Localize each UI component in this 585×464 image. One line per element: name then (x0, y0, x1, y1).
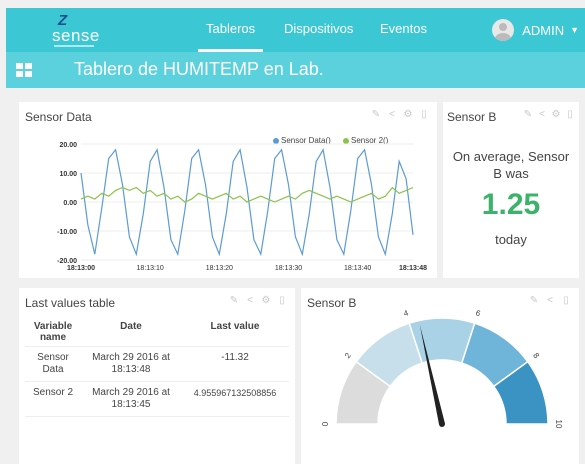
sensor-b-gauge-card: Sensor B ✎ < ▯ 0 2 4 6 8 10 (301, 288, 579, 464)
cell-date: March 29 2016 at 18:13:45 (81, 381, 181, 417)
last-values-table: Variable name Date Last value Sensor Dat… (25, 318, 289, 417)
dashboard-grid-icon[interactable] (16, 63, 32, 77)
dashboard-titlebar: Tablero de HUMITEMP en Lab. (6, 52, 585, 88)
y-tick-label: -10.00 (57, 229, 77, 236)
average-value: 1.25 (481, 188, 541, 221)
x-tick-label: 18:13:40 (344, 265, 371, 272)
sensor-data-card: Sensor Data ✎ < ⚙ ▯ Sensor Data() Sensor… (19, 102, 437, 278)
column-header: Date (81, 318, 181, 347)
gear-icon[interactable]: ⚙ (261, 296, 271, 306)
column-header: Last value (181, 318, 289, 347)
sense-logo[interactable]: Z sense (46, 12, 106, 48)
gauge-tick-label: 4 (403, 308, 411, 318)
x-tick-label: 18:13:30 (275, 265, 302, 272)
edit-icon[interactable]: ✎ (523, 110, 533, 120)
tab-tableros[interactable]: Tableros (198, 8, 264, 52)
gauge-needle-hub (439, 421, 445, 427)
card-tools: ✎ < ⚙ ▯ (229, 296, 287, 306)
gauge-tick-label: 0 (321, 421, 330, 426)
gauge-tick-label: 2 (343, 351, 353, 360)
average-period: today (495, 232, 527, 247)
table-row: Sensor Data March 29 2016 at 18:13:48 -1… (25, 346, 289, 382)
gauge-tick-label: 6 (474, 308, 482, 318)
user-menu[interactable]: ADMIN ▼ (492, 8, 585, 52)
card-tools: ✎ < ⚙ ▯ (523, 110, 575, 120)
x-tick-label: 18:13:48 (399, 265, 427, 272)
y-tick-label: 0.00 (63, 200, 77, 207)
trash-icon[interactable]: ▯ (277, 296, 287, 306)
average-description: On average, Sensor B was (452, 149, 570, 181)
y-tick-label: 20.00 (59, 142, 77, 149)
trash-icon[interactable]: ▯ (565, 110, 575, 120)
card-title: Last values table (25, 296, 116, 310)
gauge-tick-label: 10 (554, 420, 563, 429)
cell-variable: Sensor Data (25, 346, 81, 382)
page-title: Tablero de HUMITEMP en Lab. (74, 59, 324, 79)
table-header-row: Variable name Date Last value (25, 318, 289, 347)
last-values-card: Last values table ✎ < ⚙ ▯ Variable name … (19, 288, 295, 464)
edit-icon[interactable]: ✎ (229, 296, 239, 306)
chevron-down-icon: ▼ (570, 25, 579, 35)
x-tick-label: 18:13:00 (67, 265, 95, 272)
cell-variable: Sensor 2 (25, 381, 81, 417)
gauge-tick-label: 8 (531, 351, 541, 360)
cell-value: 4.955967132508856 (181, 381, 289, 417)
sensor-line-chart: 20.00 10.00 0.00 -10.00 -20.0018:13:00 18:13:… (57, 142, 427, 272)
user-name: ADMIN (522, 22, 565, 38)
share-icon[interactable]: < (537, 110, 547, 120)
gear-icon[interactable]: ⚙ (551, 110, 561, 120)
logo-text: sense (52, 26, 100, 45)
y-tick-label: 10.00 (59, 171, 77, 178)
x-tick-label: 18:13:20 (206, 265, 233, 272)
share-icon[interactable]: < (245, 296, 255, 306)
column-header: Variable name (25, 318, 81, 347)
avatar (492, 19, 515, 41)
top-navbar: Z sense Tableros Dispositivos Eventos AD… (6, 8, 585, 52)
sensor-b-average-card: Sensor B ✎ < ⚙ ▯ On average, Sensor B wa… (443, 102, 579, 278)
gauge-chart: 0 2 4 6 8 10 (321, 308, 563, 429)
table-row: Sensor 2 March 29 2016 at 18:13:45 4.955… (25, 381, 289, 417)
tab-dispositivos[interactable]: Dispositivos (276, 8, 361, 52)
logo-underline (54, 45, 94, 47)
cell-value: -11.32 (181, 346, 289, 382)
card-title: Sensor B (447, 110, 497, 124)
cell-date: March 29 2016 at 18:13:48 (81, 346, 181, 382)
tab-eventos[interactable]: Eventos (372, 8, 435, 52)
x-tick-label: 18:13:10 (137, 265, 164, 272)
y-tick-label: -20.00 (57, 258, 77, 265)
